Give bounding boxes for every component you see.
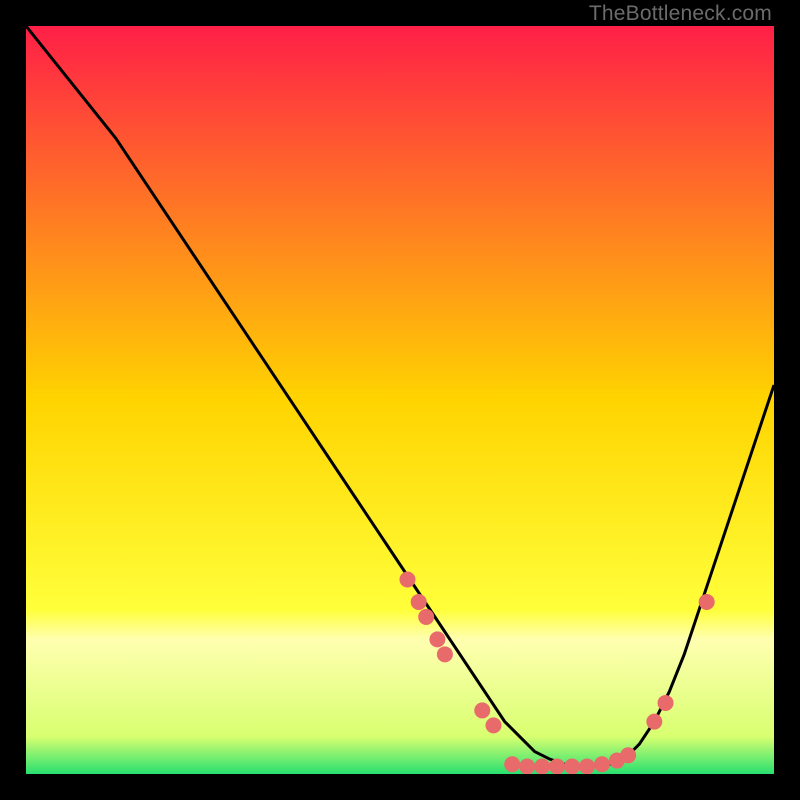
- watermark-text: TheBottleneck.com: [589, 2, 772, 26]
- marker-dot: [564, 759, 580, 774]
- chart-frame: [26, 26, 774, 774]
- marker-dot: [594, 756, 610, 772]
- marker-dot: [486, 717, 502, 733]
- marker-dot: [411, 594, 427, 610]
- marker-dot: [646, 714, 662, 730]
- marker-dot: [504, 756, 520, 772]
- marker-dot: [699, 594, 715, 610]
- marker-dot: [519, 759, 535, 774]
- marker-dot: [620, 747, 636, 763]
- marker-dot: [534, 759, 550, 774]
- chart-svg: [26, 26, 774, 774]
- marker-dot: [579, 759, 595, 774]
- marker-dot: [429, 631, 445, 647]
- marker-dot: [549, 759, 565, 774]
- marker-dot: [474, 702, 490, 718]
- marker-dot: [658, 695, 674, 711]
- marker-dot: [399, 572, 415, 588]
- marker-dot: [437, 646, 453, 662]
- gradient-bg: [26, 26, 774, 774]
- marker-dot: [418, 609, 434, 625]
